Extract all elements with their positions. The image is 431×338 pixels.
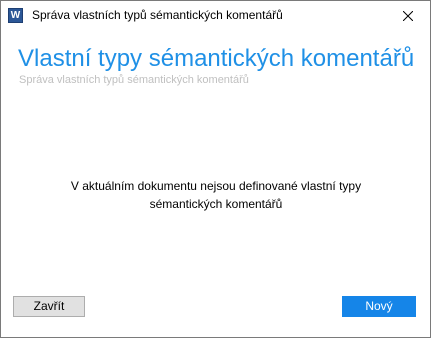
close-button[interactable] (385, 1, 430, 31)
page-subtitle: Správa vlastních typů sémantických komen… (19, 74, 249, 86)
page-title: Vlastní typy sémantických komentářů (18, 45, 415, 72)
empty-state-message: V aktuálním dokumentu nejsou definované … (70, 179, 362, 211)
word-icon: W (8, 8, 23, 23)
new-type-button[interactable]: Nový (342, 296, 416, 317)
dialog-window: W Správa vlastních typů sémantických kom… (0, 0, 431, 338)
close-icon (403, 11, 413, 21)
title-bar: W Správa vlastních typů sémantických kom… (1, 1, 430, 31)
close-dialog-button[interactable]: Zavřít (13, 296, 85, 317)
window-title: Správa vlastních typů sémantických komen… (32, 8, 283, 22)
